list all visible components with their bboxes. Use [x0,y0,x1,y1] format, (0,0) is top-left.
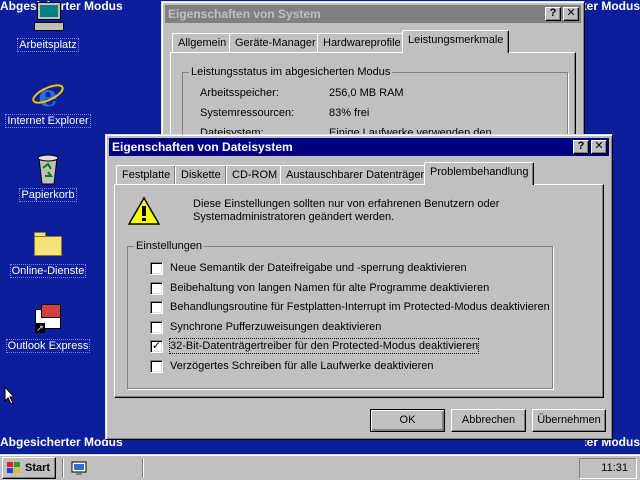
tab-diskette[interactable]: Diskette [175,165,227,185]
apply-button[interactable]: Übernehmen [532,409,606,432]
option-label-disk-interrupt[interactable]: Behandlungsroutine für Festplatten-Inter… [170,300,550,314]
start-button[interactable]: Start [2,457,56,479]
tab-geraete-manager[interactable]: Geräte-Manager [229,33,322,53]
group-label: Einstellungen [134,239,205,253]
show-desktop-quicklaunch-icon[interactable] [70,459,88,477]
close-button[interactable]: ✕ [563,7,579,21]
desktop-icon-label: Internet Explorer [5,114,91,128]
desktop-icon-arbeitsplatz[interactable]: Arbeitsplatz [5,2,91,52]
desktop-icon-internet-explorer[interactable]: e Internet Explorer [5,78,91,128]
troubleshooting-tab-panel: Diese Einstellungen sollten nur von erfa… [114,184,604,398]
window-title: Eigenschaften von System [168,7,321,21]
memory-label: Arbeitsspeicher: [200,87,279,99]
desktop-icon-outlook-express[interactable]: ↗ Outlook Express [5,303,91,353]
warning-text-line-2: Systemadministratoren geändert werden. [193,211,395,223]
checkbox-disk-interrupt[interactable] [150,301,163,314]
mouse-cursor-icon [4,386,16,405]
windows-logo-icon [7,462,21,474]
filesystem-dialog-titlebar[interactable]: Eigenschaften von Dateisystem ? ✕ [109,138,609,156]
option-label-32bit-driver[interactable]: 32-Bit-Datenträgertreiber für den Protec… [168,338,480,354]
checkbox-file-sharing-semantics[interactable] [150,262,163,275]
desktop-icon-label: Arbeitsplatz [17,38,79,52]
desktop-icon-label: Online-Dienste [9,264,87,278]
computer-icon [31,2,65,36]
resources-value: 83% frei [329,107,370,119]
cancel-button[interactable]: Abbrechen [451,409,526,432]
checkbox-sync-buffer[interactable] [150,321,163,334]
help-button[interactable]: ? [545,7,561,21]
option-label-write-behind[interactable]: Verzögertes Schreiben für alle Laufwerke… [170,359,434,373]
folder-icon [31,228,65,262]
desktop-icon-papierkorb[interactable]: Papierkorb [5,152,91,202]
option-label-sync-buffer[interactable]: Synchrone Pufferzuweisungen deaktivieren [170,320,381,334]
tab-austauschbarer-datentraeger[interactable]: Austauschbarer Datenträger [280,165,431,185]
clock[interactable]: 11:31 [601,462,628,474]
group-label: Leistungsstatus im abgesicherten Modus [189,65,393,79]
start-label: Start [25,462,51,474]
option-label-file-sharing-semantics[interactable]: Neue Semantik der Dateifreigabe und -spe… [170,261,467,275]
system-tray: 11:31 [579,458,637,479]
tab-festplatte[interactable]: Festplatte [116,165,177,185]
taskbar-separator [62,458,64,478]
tab-allgemein[interactable]: Allgemein [172,33,233,53]
desktop-icon-online-dienste[interactable]: Online-Dienste [5,228,91,278]
mode-label-top-right: Abgesicherter Modus [585,0,640,13]
desktop-icon-label: Papierkorb [19,188,77,202]
recycle-bin-icon [31,152,65,186]
taskbar: Start 11:31 [0,454,640,480]
desktop-icon-label: Outlook Express [5,339,91,353]
internet-explorer-icon: e [31,78,65,114]
tab-problembehandlung[interactable]: Problembehandlung [424,162,535,185]
ok-button[interactable]: OK [370,409,445,432]
outlook-express-icon: ↗ [31,303,65,337]
tab-cd-rom[interactable]: CD-ROM [226,165,284,185]
help-button[interactable]: ? [573,140,589,154]
svg-text:e: e [38,79,57,112]
option-label-long-names[interactable]: Beibehaltung von langen Namen für alte P… [170,281,489,295]
checkbox-write-behind[interactable] [150,360,163,373]
taskbar-separator [142,458,144,478]
system-tab-panel: Leistungsstatus im abgesicherten Modus A… [170,52,576,142]
checkbox-long-names[interactable] [150,282,163,295]
resources-label: Systemressourcen: [200,107,295,119]
system-properties-window[interactable]: Eigenschaften von System ? ✕ Allgemein G… [161,1,585,142]
window-title: Eigenschaften von Dateisystem [112,140,293,154]
warning-icon [127,196,161,226]
warning-text-line-1: Diese Einstellungen sollten nur von erfa… [193,198,500,210]
performance-status-group: Leistungsstatus im abgesicherten Modus A… [182,65,568,142]
filesystem-properties-dialog[interactable]: Eigenschaften von Dateisystem ? ✕ Festpl… [105,134,613,440]
tab-leistungsmerkmale[interactable]: Leistungsmerkmale [402,30,510,53]
memory-value: 256,0 MB RAM [329,87,404,99]
checkbox-32bit-driver[interactable]: ✓ [150,340,163,353]
close-button[interactable]: ✕ [591,140,607,154]
settings-group: Einstellungen Neue Semantik der Dateifre… [127,239,553,389]
tab-hardwareprofile[interactable]: Hardwareprofile [317,33,407,53]
system-properties-titlebar[interactable]: Eigenschaften von System ? ✕ [165,5,581,23]
